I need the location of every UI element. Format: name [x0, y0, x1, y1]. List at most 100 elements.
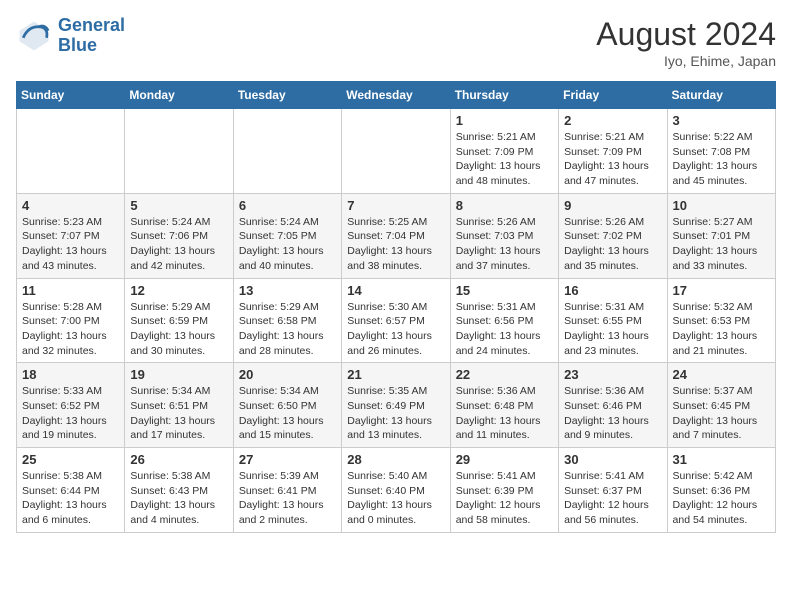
calendar-cell: 8Sunrise: 5:26 AM Sunset: 7:03 PM Daylig… — [450, 193, 558, 278]
day-number: 31 — [673, 452, 770, 467]
day-number: 28 — [347, 452, 444, 467]
day-info: Sunrise: 5:24 AM Sunset: 7:06 PM Dayligh… — [130, 215, 227, 274]
calendar-cell: 28 Sunrise: 5:40 AM Sunset: 6:40 PM Dayli… — [342, 448, 450, 533]
day-info: Sunrise: 5:29 AM Sunset: 6:58 PM Dayligh… — [239, 300, 336, 359]
day-info: Sunrise: 5:41 AM Sunset: 6:39 PM Dayligh… — [456, 469, 553, 528]
day-info: Sunrise: 5:26 AM Sunset: 7:02 PM Dayligh… — [564, 215, 661, 274]
week-row-5: 25 Sunrise: 5:38 AM Sunset: 6:44 PM Dayli… — [17, 448, 776, 533]
day-number: 4 — [22, 198, 119, 213]
day-number: 24 — [673, 367, 770, 382]
day-number: 5 — [130, 198, 227, 213]
day-info: Sunrise: 5:36 AM Sunset: 6:48 PM Dayligh… — [456, 384, 553, 443]
calendar-cell: 10 Sunrise: 5:27 AM Sunset: 7:01 PM Dayli… — [667, 193, 775, 278]
page-header: General Blue August 2024 Iyo, Ehime, Jap… — [16, 16, 776, 69]
day-info: Sunrise: 5:29 AM Sunset: 6:59 PM Dayligh… — [130, 300, 227, 359]
calendar-cell — [342, 109, 450, 194]
day-number: 19 — [130, 367, 227, 382]
logo: General Blue — [16, 16, 125, 56]
weekday-header-row: SundayMondayTuesdayWednesdayThursdayFrid… — [17, 82, 776, 109]
calendar-cell — [233, 109, 341, 194]
weekday-header-wednesday: Wednesday — [342, 82, 450, 109]
day-number: 18 — [22, 367, 119, 382]
calendar-cell: 20Sunrise: 5:34 AM Sunset: 6:50 PM Dayli… — [233, 363, 341, 448]
day-number: 9 — [564, 198, 661, 213]
day-number: 6 — [239, 198, 336, 213]
day-info: Sunrise: 5:26 AM Sunset: 7:03 PM Dayligh… — [456, 215, 553, 274]
calendar-cell: 7 Sunrise: 5:25 AM Sunset: 7:04 PM Daylig… — [342, 193, 450, 278]
day-info: Sunrise: 5:27 AM Sunset: 7:01 PM Dayligh… — [673, 215, 770, 274]
calendar-cell — [17, 109, 125, 194]
day-info: Sunrise: 5:21 AM Sunset: 7:09 PM Dayligh… — [564, 130, 661, 189]
calendar-cell: 6 Sunrise: 5:24 AM Sunset: 7:05 PM Daylig… — [233, 193, 341, 278]
day-info: Sunrise: 5:25 AM Sunset: 7:04 PM Dayligh… — [347, 215, 444, 274]
day-number: 2 — [564, 113, 661, 128]
weekday-header-tuesday: Tuesday — [233, 82, 341, 109]
weekday-header-monday: Monday — [125, 82, 233, 109]
day-info: Sunrise: 5:42 AM Sunset: 6:36 PM Dayligh… — [673, 469, 770, 528]
week-row-4: 18 Sunrise: 5:33 AM Sunset: 6:52 PM Dayli… — [17, 363, 776, 448]
day-info: Sunrise: 5:38 AM Sunset: 6:43 PM Dayligh… — [130, 469, 227, 528]
day-info: Sunrise: 5:36 AM Sunset: 6:46 PM Dayligh… — [564, 384, 661, 443]
week-row-3: 11Sunrise: 5:28 AM Sunset: 7:00 PM Dayli… — [17, 278, 776, 363]
day-number: 14 — [347, 283, 444, 298]
calendar-cell: 31 Sunrise: 5:42 AM Sunset: 6:36 PM Dayli… — [667, 448, 775, 533]
logo-icon — [16, 18, 52, 54]
day-number: 13 — [239, 283, 336, 298]
logo-text: General Blue — [58, 16, 125, 56]
day-info: Sunrise: 5:28 AM Sunset: 7:00 PM Dayligh… — [22, 300, 119, 359]
calendar-cell: 4 Sunrise: 5:23 AM Sunset: 7:07 PM Daylig… — [17, 193, 125, 278]
calendar-cell: 5 Sunrise: 5:24 AM Sunset: 7:06 PM Daylig… — [125, 193, 233, 278]
calendar-cell: 26 Sunrise: 5:38 AM Sunset: 6:43 PM Dayli… — [125, 448, 233, 533]
day-info: Sunrise: 5:30 AM Sunset: 6:57 PM Dayligh… — [347, 300, 444, 359]
location: Iyo, Ehime, Japan — [596, 53, 776, 69]
calendar-cell: 12 Sunrise: 5:29 AM Sunset: 6:59 PM Dayli… — [125, 278, 233, 363]
day-number: 30 — [564, 452, 661, 467]
day-number: 26 — [130, 452, 227, 467]
calendar-cell: 15Sunrise: 5:31 AM Sunset: 6:56 PM Dayli… — [450, 278, 558, 363]
day-number: 22 — [456, 367, 553, 382]
month-title: August 2024 — [596, 16, 776, 53]
weekday-header-friday: Friday — [559, 82, 667, 109]
day-number: 17 — [673, 283, 770, 298]
day-info: Sunrise: 5:21 AM Sunset: 7:09 PM Dayligh… — [456, 130, 553, 189]
calendar-cell: 14 Sunrise: 5:30 AM Sunset: 6:57 PM Dayli… — [342, 278, 450, 363]
calendar-cell: 21Sunrise: 5:35 AM Sunset: 6:49 PM Dayli… — [342, 363, 450, 448]
calendar-cell: 17Sunrise: 5:32 AM Sunset: 6:53 PM Dayli… — [667, 278, 775, 363]
day-number: 16 — [564, 283, 661, 298]
day-info: Sunrise: 5:23 AM Sunset: 7:07 PM Dayligh… — [22, 215, 119, 274]
calendar-cell: 16 Sunrise: 5:31 AM Sunset: 6:55 PM Dayli… — [559, 278, 667, 363]
weekday-header-sunday: Sunday — [17, 82, 125, 109]
calendar-cell: 9 Sunrise: 5:26 AM Sunset: 7:02 PM Daylig… — [559, 193, 667, 278]
day-number: 20 — [239, 367, 336, 382]
week-row-1: 1 Sunrise: 5:21 AM Sunset: 7:09 PM Daylig… — [17, 109, 776, 194]
day-info: Sunrise: 5:41 AM Sunset: 6:37 PM Dayligh… — [564, 469, 661, 528]
day-info: Sunrise: 5:33 AM Sunset: 6:52 PM Dayligh… — [22, 384, 119, 443]
day-info: Sunrise: 5:24 AM Sunset: 7:05 PM Dayligh… — [239, 215, 336, 274]
week-row-2: 4 Sunrise: 5:23 AM Sunset: 7:07 PM Daylig… — [17, 193, 776, 278]
day-number: 10 — [673, 198, 770, 213]
calendar-table: SundayMondayTuesdayWednesdayThursdayFrid… — [16, 81, 776, 533]
day-number: 25 — [22, 452, 119, 467]
calendar-cell: 23 Sunrise: 5:36 AM Sunset: 6:46 PM Dayli… — [559, 363, 667, 448]
day-number: 1 — [456, 113, 553, 128]
day-number: 23 — [564, 367, 661, 382]
title-block: August 2024 Iyo, Ehime, Japan — [596, 16, 776, 69]
day-number: 7 — [347, 198, 444, 213]
day-number: 12 — [130, 283, 227, 298]
calendar-cell: 1 Sunrise: 5:21 AM Sunset: 7:09 PM Daylig… — [450, 109, 558, 194]
calendar-cell: 18 Sunrise: 5:33 AM Sunset: 6:52 PM Dayli… — [17, 363, 125, 448]
day-info: Sunrise: 5:40 AM Sunset: 6:40 PM Dayligh… — [347, 469, 444, 528]
day-number: 27 — [239, 452, 336, 467]
day-number: 29 — [456, 452, 553, 467]
calendar-cell: 13 Sunrise: 5:29 AM Sunset: 6:58 PM Dayli… — [233, 278, 341, 363]
day-number: 3 — [673, 113, 770, 128]
day-number: 21 — [347, 367, 444, 382]
day-info: Sunrise: 5:31 AM Sunset: 6:56 PM Dayligh… — [456, 300, 553, 359]
day-info: Sunrise: 5:22 AM Sunset: 7:08 PM Dayligh… — [673, 130, 770, 189]
day-info: Sunrise: 5:38 AM Sunset: 6:44 PM Dayligh… — [22, 469, 119, 528]
calendar-cell: 2 Sunrise: 5:21 AM Sunset: 7:09 PM Daylig… — [559, 109, 667, 194]
calendar-cell: 22 Sunrise: 5:36 AM Sunset: 6:48 PM Dayli… — [450, 363, 558, 448]
day-info: Sunrise: 5:31 AM Sunset: 6:55 PM Dayligh… — [564, 300, 661, 359]
day-info: Sunrise: 5:39 AM Sunset: 6:41 PM Dayligh… — [239, 469, 336, 528]
day-info: Sunrise: 5:37 AM Sunset: 6:45 PM Dayligh… — [673, 384, 770, 443]
